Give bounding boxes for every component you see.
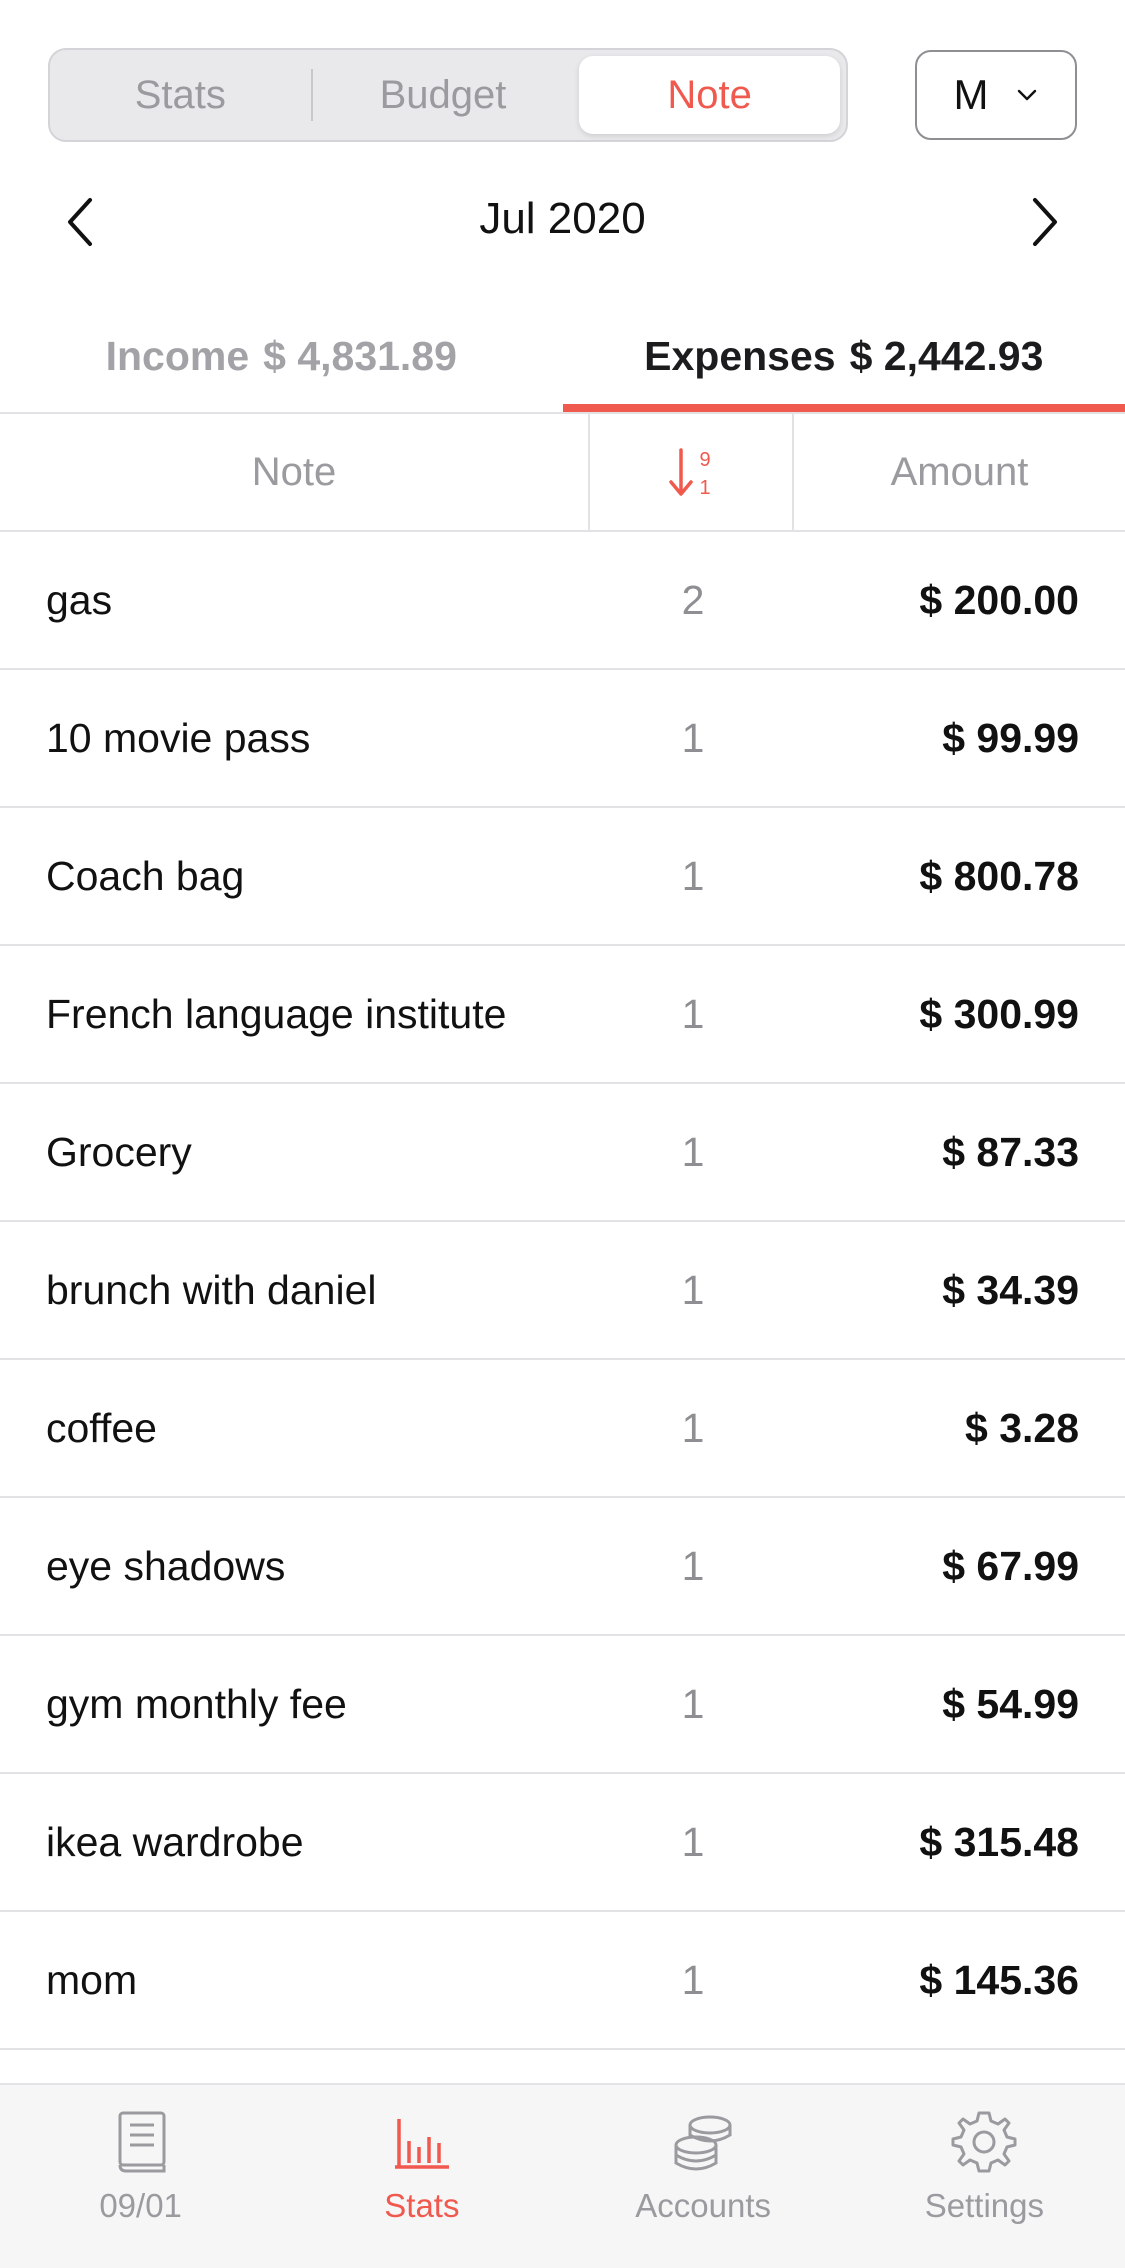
note-list: gas 2 $ 200.00 10 movie pass 1 $ 99.99 Coach b… <box>0 532 1125 2050</box>
svg-text:9: 9 <box>699 449 710 471</box>
income-total: $ 4,831.89 <box>263 332 457 379</box>
row-amount: $ 300.99 <box>919 990 1079 1037</box>
segment-note[interactable]: Note <box>579 56 841 134</box>
tab-label: Accounts <box>635 2187 771 2224</box>
income-expense-tabs: Income $ 4,831.89 Expenses $ 2,442.93 <box>0 300 1125 412</box>
coins-icon <box>674 2115 732 2171</box>
table-header: Note 9 1 Amount <box>0 412 1125 532</box>
row-count: 1 <box>681 1818 705 1865</box>
tab-label: 09/01 <box>99 2187 182 2224</box>
table-row[interactable]: Grocery 1 $ 87.33 <box>0 1084 1125 1222</box>
row-note: French language institute <box>46 990 507 1037</box>
table-row[interactable]: brunch with daniel 1 $ 34.39 <box>0 1222 1125 1360</box>
period-value: M <box>953 71 989 118</box>
row-amount: $ 67.99 <box>942 1542 1079 1589</box>
row-amount: $ 315.48 <box>919 1818 1079 1865</box>
row-amount: $ 87.33 <box>942 1128 1079 1175</box>
expenses-total: $ 2,442.93 <box>849 332 1044 379</box>
row-amount: $ 145.36 <box>919 1956 1079 2003</box>
row-amount: $ 3.28 <box>965 1404 1079 1451</box>
row-amount: $ 200.00 <box>919 576 1079 623</box>
table-row[interactable]: 10 movie pass 1 $ 99.99 <box>0 670 1125 808</box>
row-count: 1 <box>681 1266 705 1313</box>
tab-daily[interactable]: 09/01 <box>0 2085 281 2268</box>
tab-label: Stats <box>384 2187 460 2224</box>
tab-expenses[interactable]: Expenses $ 2,442.93 <box>562 300 1125 412</box>
row-note: gas <box>46 576 113 623</box>
segment-stats[interactable]: Stats <box>50 50 311 140</box>
row-amount: $ 54.99 <box>942 1680 1079 1727</box>
row-count: 1 <box>681 1542 705 1589</box>
row-note: coffee <box>46 1404 157 1451</box>
view-segmented-control: Stats Budget Note <box>48 48 848 142</box>
tab-income[interactable]: Income $ 4,831.89 <box>0 300 563 412</box>
next-month-button[interactable] <box>1017 194 1073 250</box>
row-count: 1 <box>681 990 705 1037</box>
chevron-right-icon <box>1033 198 1057 246</box>
row-note: Coach bag <box>46 852 245 899</box>
row-count: 1 <box>681 1956 705 2003</box>
tab-settings[interactable]: Settings <box>844 2085 1125 2268</box>
svg-text:1: 1 <box>699 477 710 499</box>
row-amount: $ 34.39 <box>942 1266 1079 1313</box>
table-row[interactable]: French language institute 1 $ 300.99 <box>0 946 1125 1084</box>
tab-stats[interactable]: Stats <box>281 2085 562 2268</box>
table-row[interactable]: eye shadows 1 $ 67.99 <box>0 1498 1125 1636</box>
row-note: brunch with daniel <box>46 1266 377 1313</box>
table-row[interactable]: gas 2 $ 200.00 <box>0 532 1125 670</box>
row-note: eye shadows <box>46 1542 286 1589</box>
tab-accounts[interactable]: Accounts <box>563 2085 844 2268</box>
row-count: 1 <box>681 1680 705 1727</box>
column-header-note[interactable]: Note <box>0 414 590 530</box>
row-amount: $ 99.99 <box>942 714 1079 761</box>
tab-label: Settings <box>924 2187 1044 2224</box>
expenses-label: Expenses <box>644 332 836 379</box>
row-note: gym monthly fee <box>46 1680 347 1727</box>
row-count: 2 <box>681 576 705 623</box>
chevron-down-icon <box>1017 89 1036 101</box>
segment-budget[interactable]: Budget <box>313 50 574 140</box>
note-stats-screen: Stats Budget Note M Jul 2020 Income $ 4,… <box>0 0 1125 2268</box>
row-note: mom <box>46 1956 138 2003</box>
income-label: Income <box>105 332 250 379</box>
table-row[interactable]: ikea wardrobe 1 $ 315.48 <box>0 1774 1125 1912</box>
sort-count-button[interactable]: 9 1 <box>590 414 794 530</box>
row-count: 1 <box>681 852 705 899</box>
bar-chart-icon <box>394 2119 449 2169</box>
bottom-tab-bar: 09/01 Stats Accounts Settings <box>0 2083 1125 2268</box>
row-note: Grocery <box>46 1128 192 1175</box>
table-row[interactable]: Coach bag 1 $ 800.78 <box>0 808 1125 946</box>
row-amount: $ 800.78 <box>919 852 1079 899</box>
row-count: 1 <box>681 1128 705 1175</box>
gear-icon <box>951 2111 1017 2173</box>
row-count: 1 <box>681 714 705 761</box>
month-navigator: Jul 2020 <box>0 180 1125 264</box>
row-note: ikea wardrobe <box>46 1818 304 1865</box>
column-header-amount[interactable]: Amount <box>794 414 1125 530</box>
row-note: 10 movie pass <box>46 714 311 761</box>
table-row[interactable]: mom 1 $ 145.36 <box>0 1912 1125 2050</box>
book-icon <box>118 2111 166 2173</box>
table-row[interactable]: coffee 1 $ 3.28 <box>0 1360 1125 1498</box>
table-row[interactable]: gym monthly fee 1 $ 54.99 <box>0 1636 1125 1774</box>
current-month-label: Jul 2020 <box>479 194 646 243</box>
period-dropdown[interactable]: M <box>915 50 1077 140</box>
sort-9-1-icon: 9 1 <box>669 448 711 499</box>
row-count: 1 <box>681 1404 705 1451</box>
